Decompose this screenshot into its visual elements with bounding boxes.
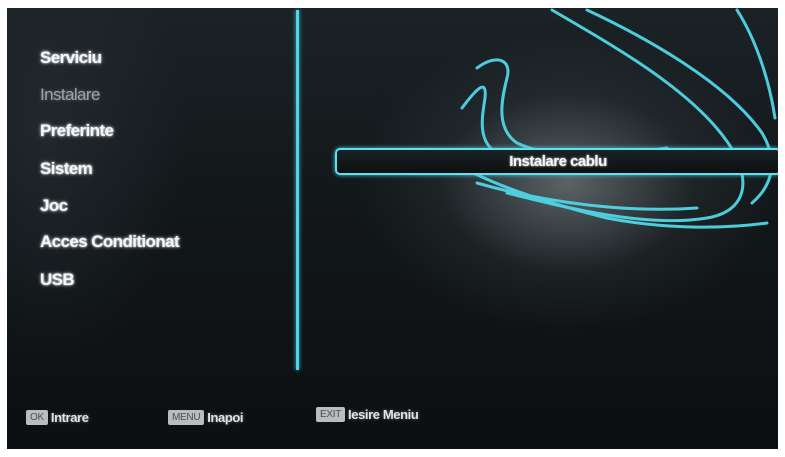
hint-exit[interactable]: EXIT Iesire Meniu bbox=[316, 407, 419, 422]
menu-item-acces-conditionat[interactable]: Acces Conditionat bbox=[40, 232, 180, 252]
swirl-decoration bbox=[445, 8, 777, 229]
hint-label: Intrare bbox=[50, 410, 89, 425]
menu-item-preferinte[interactable]: Preferinte bbox=[40, 121, 114, 141]
menu-item-usb[interactable]: USB bbox=[40, 270, 75, 290]
menu-item-sistem[interactable]: Sistem bbox=[40, 159, 93, 179]
hint-menu[interactable]: MENU Inapoi bbox=[168, 410, 244, 425]
menu-item-serviciu[interactable]: Serviciu bbox=[40, 48, 102, 68]
hint-label: Iesire Meniu bbox=[348, 407, 419, 422]
tv-screen: Serviciu Instalare Preferinte Sistem Joc… bbox=[7, 8, 778, 449]
menu-item-joc[interactable]: Joc bbox=[40, 196, 68, 216]
exit-key-icon: EXIT bbox=[316, 407, 346, 422]
menu-divider bbox=[296, 10, 299, 370]
ok-key-icon: OK bbox=[26, 410, 48, 425]
menu-key-icon: MENU bbox=[168, 410, 205, 425]
hint-ok[interactable]: OK Intrare bbox=[26, 410, 89, 425]
hint-label: Inapoi bbox=[207, 410, 244, 425]
menu-item-instalare[interactable]: Instalare bbox=[40, 85, 100, 105]
option-label: Instalare cablu bbox=[509, 153, 607, 170]
option-instalare-cablu[interactable]: Instalare cablu bbox=[335, 148, 778, 175]
